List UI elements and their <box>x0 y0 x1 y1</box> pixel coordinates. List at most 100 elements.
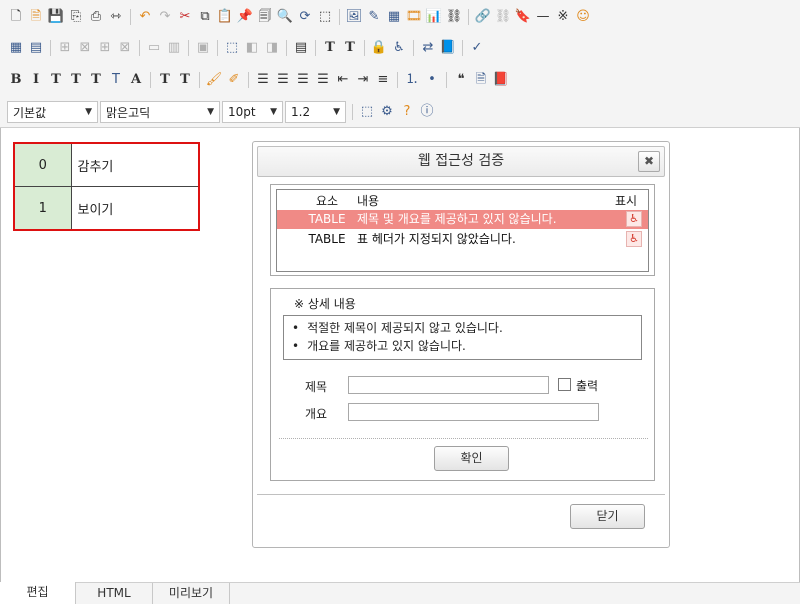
clear-format-icon[interactable]: A <box>128 72 144 88</box>
quote-icon[interactable]: ❝ <box>453 72 469 88</box>
paste-text-icon[interactable]: 🗐 <box>257 9 273 25</box>
image-icon[interactable]: 🖼 <box>346 9 363 25</box>
redo-icon[interactable]: ↷ <box>157 9 173 25</box>
chart-icon[interactable]: 📊 <box>426 9 442 25</box>
superscript-icon[interactable]: T <box>177 72 193 88</box>
subscript-icon[interactable]: T <box>157 72 173 88</box>
wheelchair-icon: ♿ <box>626 211 642 227</box>
background-icon[interactable]: ▦ <box>386 9 402 25</box>
cut-icon[interactable]: ✂ <box>177 9 193 25</box>
table-row: 0 감추기 <box>13 142 200 187</box>
split-cells-icon[interactable]: ▥ <box>166 40 182 56</box>
edit-image-icon[interactable]: ✎ <box>366 9 382 25</box>
results-panel: 요소 내용 표시 TABLE 제목 및 개요를 제공하고 있지 않습니다. ♿ … <box>270 184 655 276</box>
clear-painter-icon[interactable]: ✐ <box>226 72 242 88</box>
summary-field[interactable] <box>348 403 599 421</box>
fullscreen-icon[interactable]: ⬚ <box>359 104 375 120</box>
help-icon[interactable]: ? <box>399 104 415 120</box>
line-height-select[interactable]: 1.2 ▼ <box>285 101 346 123</box>
delete-row-icon[interactable]: ⊠ <box>77 40 93 56</box>
find-icon[interactable]: 🔍 <box>277 9 293 25</box>
underline-icon[interactable]: T <box>48 72 64 88</box>
confirm-button[interactable]: 확인 <box>434 446 509 471</box>
document-table[interactable]: 0 감추기 1 보이기 <box>13 142 200 231</box>
media-icon[interactable]: 🎞 <box>406 9 423 25</box>
spellcheck-icon[interactable]: ✓ <box>469 40 485 56</box>
italic-icon[interactable]: I <box>28 72 44 88</box>
link-icon[interactable]: ⛓ <box>446 9 463 25</box>
template-icon[interactable]: 🗎 <box>28 9 44 25</box>
emoticon-icon[interactable]: ☺ <box>575 9 591 25</box>
result-row[interactable]: TABLE 표 헤더가 지정되지 않았습니다. ♿ <box>277 230 648 249</box>
page-break-icon[interactable]: ⇿ <box>108 9 124 25</box>
unlink-icon[interactable]: ⛓ <box>495 9 512 25</box>
close-button[interactable]: 닫기 <box>570 504 645 529</box>
font-select[interactable]: 맑은고딕 ▼ <box>100 101 220 123</box>
font-color-icon[interactable]: T <box>88 72 104 88</box>
tab-html[interactable]: HTML <box>76 583 153 604</box>
indent-icon[interactable]: ⇥ <box>355 72 371 88</box>
bold-icon[interactable]: B <box>8 72 24 88</box>
translate-icon[interactable]: ⇄ <box>420 40 436 56</box>
special-char-icon[interactable]: ※ <box>555 9 571 25</box>
print-icon[interactable]: ⎙ <box>88 9 104 25</box>
cell-props-icon[interactable]: ▣ <box>195 40 211 56</box>
close-icon[interactable]: ✖ <box>638 151 660 172</box>
unordered-list-icon[interactable]: • <box>424 72 440 88</box>
send-back-icon[interactable]: ◨ <box>264 40 280 56</box>
settings-gear-icon[interactable]: ⚙ <box>379 104 395 120</box>
font-size-select[interactable]: 10pt ▼ <box>222 101 283 123</box>
save-icon[interactable]: 💾 <box>48 9 64 25</box>
table-icon[interactable]: ▦ <box>8 40 24 56</box>
align-right-icon[interactable]: ☰ <box>295 72 311 88</box>
align-center-icon[interactable]: ☰ <box>275 72 291 88</box>
undo-icon[interactable]: ↶ <box>137 9 153 25</box>
tab-edit[interactable]: 편집 <box>0 582 76 604</box>
line-icon[interactable]: ≡ <box>375 72 391 88</box>
outdent-icon[interactable]: ⇤ <box>335 72 351 88</box>
merge-cells-icon[interactable]: ▭ <box>146 40 162 56</box>
table-cell[interactable]: 0 <box>13 142 72 187</box>
horizontal-line-icon[interactable]: — <box>535 9 551 25</box>
table-props-icon[interactable]: ▤ <box>28 40 44 56</box>
replace-icon[interactable]: ⟳ <box>297 9 313 25</box>
table-cell[interactable]: 감추기 <box>70 142 200 187</box>
paste-icon[interactable]: 📋 <box>217 9 233 25</box>
list-item: 적절한 제목이 제공되지 않고 있습니다. <box>292 319 641 337</box>
dictionary-icon[interactable]: 📘 <box>440 40 456 56</box>
select-all-icon[interactable]: ⬚ <box>317 9 333 25</box>
separator <box>286 40 287 56</box>
align-justify-icon[interactable]: ☰ <box>315 72 331 88</box>
text-underline-t-icon[interactable]: T <box>322 40 338 56</box>
copy-icon[interactable]: ⧉ <box>197 9 213 25</box>
title-field[interactable] <box>348 376 549 394</box>
table-cell[interactable]: 보이기 <box>70 186 200 231</box>
ordered-list-icon[interactable]: ⒈ <box>404 72 420 88</box>
table-cell[interactable]: 1 <box>13 186 72 231</box>
print-checkbox[interactable] <box>558 378 571 391</box>
bring-front-icon[interactable]: ◧ <box>244 40 260 56</box>
paste-special-icon[interactable]: 📌 <box>237 9 253 25</box>
highlight-icon[interactable]: T <box>108 72 124 88</box>
result-row-selected[interactable]: TABLE 제목 및 개요를 제공하고 있지 않습니다. ♿ <box>277 210 648 229</box>
hyperlink-icon[interactable]: 🔗 <box>475 9 491 25</box>
copy-doc-icon[interactable]: ⎘ <box>68 9 84 25</box>
strikethrough-icon[interactable]: T <box>68 72 84 88</box>
form-icon[interactable]: ▤ <box>293 40 309 56</box>
new-document-icon[interactable]: 🗋 <box>8 9 24 25</box>
document-icon[interactable]: 🗎 <box>473 72 489 88</box>
delete-col-icon[interactable]: ⊠ <box>117 40 133 56</box>
style-select[interactable]: 기본값 ▼ <box>7 101 98 123</box>
format-painter-icon[interactable]: 🖌 <box>206 72 223 88</box>
pdf-icon[interactable]: 📕 <box>493 72 509 88</box>
text-style-t-icon[interactable]: T <box>342 40 358 56</box>
lock-icon[interactable]: 🔒 <box>371 40 387 56</box>
insert-row-icon[interactable]: ⊞ <box>57 40 73 56</box>
info-icon[interactable]: ⓘ <box>419 104 435 120</box>
align-left-icon[interactable]: ☰ <box>255 72 271 88</box>
accessibility-icon[interactable]: ♿ <box>391 40 407 56</box>
bookmark-icon[interactable]: 🔖 <box>515 9 531 25</box>
tab-preview[interactable]: 미리보기 <box>153 583 230 604</box>
layer-icon[interactable]: ⬚ <box>224 40 240 56</box>
insert-col-icon[interactable]: ⊞ <box>97 40 113 56</box>
